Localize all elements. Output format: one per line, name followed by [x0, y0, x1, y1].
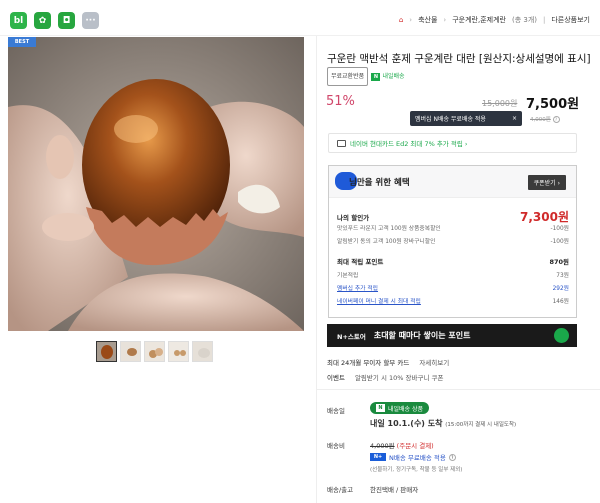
discount-line: 맛있푸드 라운지 고객 100원 상품중복할인 -100원 — [337, 223, 569, 232]
event-row: 이벤트 알림받기 시 10% 장바구니 쿠폰 — [327, 372, 443, 382]
n-delivery-icon: N — [376, 404, 385, 412]
point-line: 네이버페이 머니 결제 시 최대 적립 146원 — [337, 296, 569, 305]
best-badge: BEST — [8, 37, 36, 47]
delivery-date-value: 내일 10.1.(수) 도착 — [370, 419, 443, 428]
pill-label: 내일배송 상품 — [388, 405, 424, 413]
bookmark-app-icon[interactable]: ◘ — [58, 12, 75, 29]
shipping-exclusion-note: (선물하기, 정기구독, 착불 등 일부 제외) — [370, 467, 463, 473]
point-line-value: 146원 — [552, 299, 569, 305]
egg-photo — [8, 37, 304, 331]
delivery-date-label: 배송일 — [327, 407, 345, 415]
product-title-block: 구운란 맥반석 훈제 구운계란 대란 [원산지:상세설명에 표시] 무료교환반품… — [327, 52, 592, 86]
installment-text: 최대 24개월 무이자 할부 카드 — [327, 359, 410, 367]
naverpay-points-link[interactable]: 네이버페이 머니 결제 시 최대 적립 — [337, 296, 421, 305]
membership-points-link[interactable]: 멤버십 추가 적립 — [337, 283, 378, 292]
delivery-date-note: (15:00까지 결제 시 내일도착) — [445, 422, 517, 428]
discount-line: 알림받기 동의 고객 100원 장바구니할인 -100원 — [337, 236, 569, 245]
other-products-link[interactable]: 다른상품보기 — [551, 15, 590, 25]
shipping-fee-label: 배송비 — [327, 442, 345, 450]
points-row: 최대 적립 포인트 870원 — [337, 256, 569, 266]
free-return-tag: 무료교환반품 — [327, 67, 369, 86]
shipping-fee-original: 4,000원 — [370, 442, 395, 450]
event-text: 알림받기 시 10% 장바구니 쿠폰 — [354, 374, 444, 382]
benefit-title: 님만을 위한 혜택 — [349, 178, 410, 188]
original-price: 15,000원 — [482, 99, 518, 108]
n-plus-icon: N+ — [370, 453, 386, 461]
details-link[interactable]: 자세히보기 — [419, 357, 449, 367]
divider — [316, 389, 600, 390]
close-icon[interactable]: × — [512, 115, 517, 122]
delivery-tag-label: 내일배송 — [382, 73, 405, 80]
breadcrumb-item-category[interactable]: 축산물 — [418, 15, 437, 25]
shipping-fee-mini: 4,000원 ? — [530, 115, 560, 123]
discount-line-value: -100원 — [550, 226, 570, 232]
store-logo: N+스토어 — [337, 332, 366, 341]
point-line-value: 73원 — [556, 273, 569, 279]
invite-points-banner[interactable]: N+스토어 초대할 때마다 쌓이는 포인트 — [327, 324, 577, 347]
home-icon[interactable]: ⌂ — [399, 16, 403, 24]
card-installment-row: 최대 24개월 무이자 할부 카드 자세히보기 — [327, 357, 449, 367]
sale-price: 7,500원 — [526, 97, 580, 112]
carrier-label: 배송/출고 — [327, 486, 354, 494]
coin-icon — [554, 328, 569, 343]
card-icon — [337, 139, 346, 147]
carrier-value: 한진택배 / 판매자 — [370, 486, 419, 494]
benefit-panel: 님만을 위한 혜택 쿠폰받기 › 나의 할인가 7,300원 맛있푸드 라운지 … — [328, 165, 577, 318]
divider — [316, 36, 317, 503]
breadcrumb-count: (총 3개) — [511, 16, 537, 24]
banner-text: 초대할 때마다 쌓이는 포인트 — [373, 331, 471, 340]
n-delivery-icon: N — [371, 72, 381, 81]
coupon-button[interactable]: 쿠폰받기 › — [527, 175, 566, 190]
points-value: 870원 — [549, 258, 569, 266]
thumbnail-3[interactable] — [144, 341, 165, 362]
points-label: 최대 적립 포인트 — [337, 258, 384, 266]
discount-rate: 51% — [326, 94, 355, 109]
more-apps-icon[interactable]: ··· — [82, 12, 99, 29]
point-line-value: 292원 — [552, 286, 569, 292]
breadcrumb-item-subcategory[interactable]: 구운계란,훈제계란 — [452, 15, 506, 25]
delivery-tag: N 내일배송 — [371, 69, 405, 84]
shipping-fee-row: 4,000원 (주문시 결제) — [370, 440, 434, 450]
shipping-fee-note: (주문시 결제) — [396, 442, 434, 450]
shopping-app-icon[interactable]: ✿ — [34, 12, 51, 29]
thumbnail-4[interactable] — [168, 341, 189, 362]
delivery-date-text: 내일 10.1.(수) 도착 (15:00까지 결제 시 내일도착) — [370, 418, 516, 429]
info-icon[interactable]: ? — [448, 453, 456, 461]
point-line-label: 기본적립 — [337, 273, 359, 279]
breadcrumb-separator: | — [543, 16, 546, 24]
tooltip-text: 멤버십 N배송 무료배송 적용 — [415, 116, 486, 123]
shipping-fee-mini-value: 4,000원 — [530, 117, 551, 123]
brand-app-icon[interactable]: bl — [10, 12, 27, 29]
thumbnail-2[interactable] — [120, 341, 141, 362]
discount-line-value: -100원 — [550, 239, 570, 245]
breadcrumb-separator: › — [443, 16, 447, 24]
thumbnail-strip — [96, 341, 213, 362]
benefit-header: 님만을 위한 혜택 쿠폰받기 › — [329, 166, 576, 198]
point-line: 멤버십 추가 적립 292원 — [337, 283, 569, 292]
point-line: 기본적립 73원 — [337, 270, 569, 279]
discount-line-label: 알림받기 동의 고객 100원 장바구니할인 — [337, 239, 436, 245]
thumbnail-1[interactable] — [96, 341, 117, 362]
membership-tooltip: 멤버십 N배송 무료배송 적용 × — [410, 111, 522, 126]
card-promo-box[interactable]: 네이버 현대카드 Ed2 최대 7% 추가 적립 › — [328, 133, 577, 153]
tomorrow-delivery-pill: N 내일배송 상품 — [370, 402, 430, 414]
my-price-label: 나의 할인가 — [337, 213, 370, 222]
product-main-image[interactable] — [8, 37, 304, 331]
breadcrumb: ⌂ › 축산물 › 구운계란,훈제계란 (총 3개) | 다른상품보기 — [399, 15, 590, 25]
card-promo-text: 네이버 현대카드 Ed2 최대 7% 추가 적립 › — [350, 140, 468, 148]
event-label: 이벤트 — [327, 374, 345, 382]
info-icon[interactable]: ? — [552, 116, 560, 123]
breadcrumb-separator: › — [409, 16, 413, 24]
thumbnail-5[interactable] — [192, 341, 213, 362]
product-title: 구운란 맥반석 훈제 구운계란 대란 [원산지:상세설명에 표시] — [327, 53, 591, 65]
n-shipping-row: N+ N배송 무료배송 적용 ? — [370, 452, 456, 462]
n-shipping-text: N배송 무료배송 적용 — [389, 454, 446, 462]
top-bar: bl ✿ ◘ ··· ⌂ › 축산물 › 구운계란,훈제계란 (총 3개) | … — [0, 0, 600, 36]
discount-line-label: 맛있푸드 라운지 고객 100원 상품중복할인 — [337, 226, 441, 232]
